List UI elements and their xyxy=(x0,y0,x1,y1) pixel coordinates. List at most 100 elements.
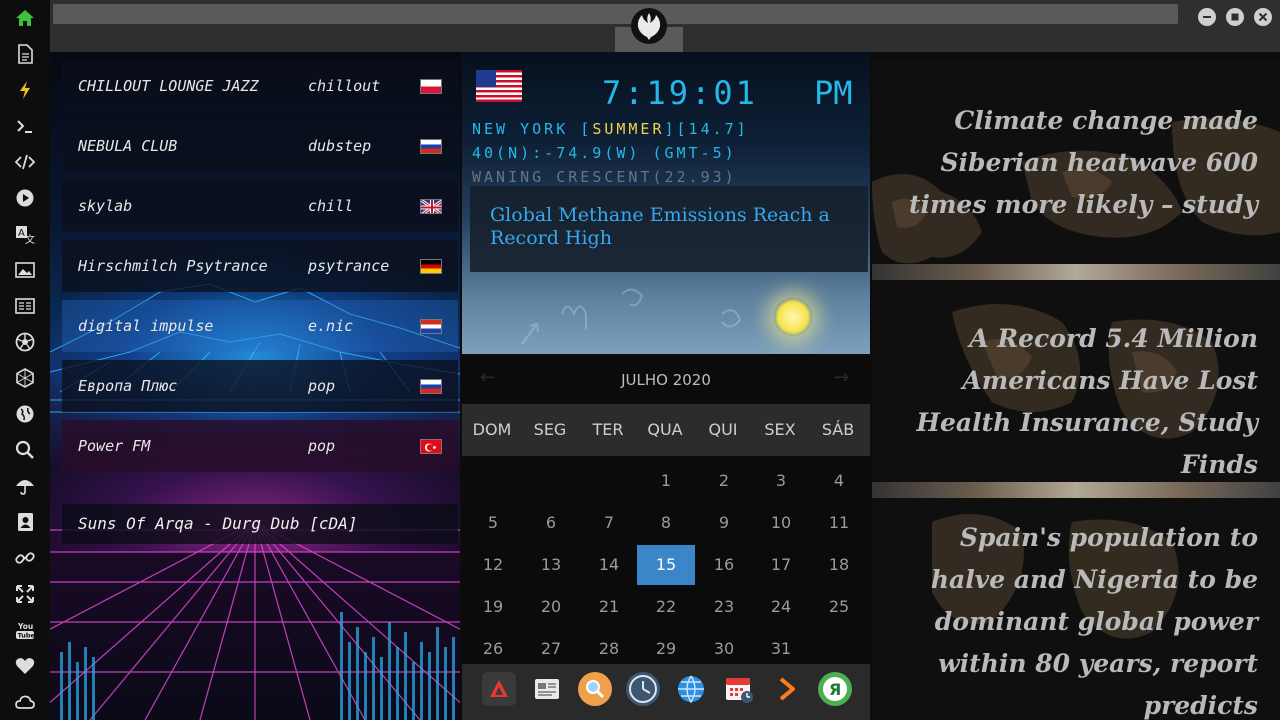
forward-arrow-icon[interactable] xyxy=(770,672,804,706)
calendar-day[interactable]: 24 xyxy=(752,587,810,627)
calendar-day[interactable]: 20 xyxy=(522,587,580,627)
calendar-day[interactable]: 8 xyxy=(637,503,695,543)
clock-headline-box[interactable]: Global Methane Emissions Reach a Record … xyxy=(470,186,868,272)
calendar-day[interactable]: 29 xyxy=(637,629,695,669)
svg-text:Я: Я xyxy=(829,680,841,699)
clock-ampm: PM xyxy=(814,74,853,112)
clock-calendar-panel: 7:19:01 PM NEW YORK [SUMMER][14.7] 40(N)… xyxy=(462,52,870,720)
maximize-icon[interactable] xyxy=(1226,8,1244,26)
calendar-day[interactable]: 9 xyxy=(695,503,753,543)
news-headline[interactable]: A Record 5.4 Million Americans Have Lost… xyxy=(878,318,1258,486)
headline-separator xyxy=(872,264,1280,280)
translate-icon[interactable]: A文 xyxy=(13,222,37,246)
heart-icon[interactable] xyxy=(13,654,37,678)
location-line: NEW YORK [SUMMER][14.7] xyxy=(472,120,749,138)
yandex-icon[interactable]: Я xyxy=(818,672,852,706)
home-icon[interactable] xyxy=(13,6,37,30)
link-icon[interactable] xyxy=(13,546,37,570)
calendar-day[interactable]: 26 xyxy=(464,629,522,669)
now-playing-title: Suns Of Arqa - Durg Dub [cDA] xyxy=(78,514,358,533)
station-row[interactable]: digital impulse e.nic xyxy=(62,300,458,352)
station-row[interactable]: Hirschmilch Psytrance psytrance xyxy=(62,240,458,292)
weekday: TER xyxy=(592,420,624,439)
coordinates: 40(N):-74.9(W) (GMT-5) xyxy=(472,144,737,162)
news-headline[interactable]: Spain's population to halve and Nigeria … xyxy=(878,517,1258,720)
web-globe-icon[interactable] xyxy=(674,672,708,706)
calendar-day[interactable]: 22 xyxy=(637,587,695,627)
station-name: NEBULA CLUB xyxy=(78,137,178,155)
calendar-day[interactable]: 6 xyxy=(522,503,580,543)
station-row[interactable]: CHILLOUT LOUNGE JAZZ chillout xyxy=(62,60,458,112)
terminal-icon[interactable] xyxy=(13,114,37,138)
station-genre: chillout xyxy=(308,77,381,95)
calendar-day[interactable]: 14 xyxy=(580,545,638,585)
svg-text:A: A xyxy=(18,228,25,239)
news-panel: Climate change made Siberian heatwave 60… xyxy=(872,62,1280,720)
app-dock: Я xyxy=(462,664,870,720)
code-icon[interactable] xyxy=(13,150,37,174)
calendar-day[interactable]: 13 xyxy=(522,545,580,585)
headline-separator xyxy=(872,482,1280,498)
calendar-day[interactable]: 27 xyxy=(522,629,580,669)
calendar-day[interactable]: 1 xyxy=(637,461,695,501)
document-icon[interactable] xyxy=(13,42,37,66)
station-genre: pop xyxy=(308,377,336,395)
calendar-day[interactable]: 23 xyxy=(695,587,753,627)
clock-time: 7:19:01 xyxy=(602,74,758,112)
weekday: DOM xyxy=(472,420,512,439)
app-sidebar: A文 You Tube xyxy=(0,0,50,720)
news-headline[interactable]: Climate change made Siberian heatwave 60… xyxy=(878,100,1258,226)
weekday: QUA xyxy=(647,420,683,439)
cloud-icon[interactable] xyxy=(13,690,37,714)
station-row[interactable]: skylab chill xyxy=(62,180,458,232)
lightning-icon[interactable] xyxy=(13,78,37,102)
calendar-day[interactable]: 4 xyxy=(810,461,868,501)
play-icon[interactable] xyxy=(13,186,37,210)
calendar-day[interactable]: 31 xyxy=(752,629,810,669)
news-icon[interactable] xyxy=(13,294,37,318)
calendar-weekdays: DOM SEG TER QUA QUI SEX SÁB xyxy=(462,404,870,456)
hexagon-icon[interactable] xyxy=(13,366,37,390)
calendar-day[interactable]: 16 xyxy=(695,545,753,585)
station-row[interactable]: NEBULA CLUB dubstep xyxy=(62,120,458,172)
calendar-day[interactable]: 17 xyxy=(752,545,810,585)
search-icon[interactable] xyxy=(13,438,37,462)
uk-flag-icon xyxy=(420,198,442,214)
usa-flag-icon xyxy=(476,70,522,102)
station-row[interactable]: Power FM pop xyxy=(62,420,458,472)
calendar-day[interactable]: 19 xyxy=(464,587,522,627)
next-month-button[interactable]: → xyxy=(834,367,849,388)
newspaper-icon[interactable] xyxy=(530,672,564,706)
aperture-icon[interactable] xyxy=(13,330,37,354)
globe-icon[interactable] xyxy=(13,402,37,426)
app-launcher-icon[interactable] xyxy=(482,672,516,706)
clock-app-icon[interactable] xyxy=(626,672,660,706)
calendar-day[interactable]: 28 xyxy=(580,629,638,669)
calendar-day[interactable]: 5 xyxy=(464,503,522,543)
contacts-icon[interactable] xyxy=(13,510,37,534)
fullscreen-icon[interactable] xyxy=(13,582,37,606)
svg-text:Tube: Tube xyxy=(18,632,36,640)
calendar-day[interactable]: 30 xyxy=(695,629,753,669)
minimize-icon[interactable] xyxy=(1198,8,1216,26)
search-app-icon[interactable] xyxy=(578,672,612,706)
calendar-day[interactable]: 7 xyxy=(580,503,638,543)
rebel-alliance-icon[interactable] xyxy=(615,0,683,52)
station-genre: e.nic xyxy=(308,317,354,335)
calendar-day[interactable]: 3 xyxy=(752,461,810,501)
close-icon[interactable] xyxy=(1254,8,1272,26)
calendar-app-icon[interactable] xyxy=(722,672,756,706)
calendar-day[interactable]: 10 xyxy=(752,503,810,543)
calendar-day[interactable]: 18 xyxy=(810,545,868,585)
calendar-day[interactable]: 25 xyxy=(810,587,868,627)
youtube-icon[interactable]: You Tube xyxy=(13,618,37,642)
calendar-day[interactable]: 2 xyxy=(695,461,753,501)
station-row[interactable]: Европа Плюс pop xyxy=(62,360,458,412)
sun-icon xyxy=(774,298,812,336)
calendar-day[interactable]: 21 xyxy=(580,587,638,627)
calendar-day[interactable]: 11 xyxy=(810,503,868,543)
calendar-day[interactable]: 12 xyxy=(464,545,522,585)
umbrella-icon[interactable] xyxy=(13,474,37,498)
image-icon[interactable] xyxy=(13,258,37,282)
calendar-day-today[interactable]: 15 xyxy=(637,545,695,585)
